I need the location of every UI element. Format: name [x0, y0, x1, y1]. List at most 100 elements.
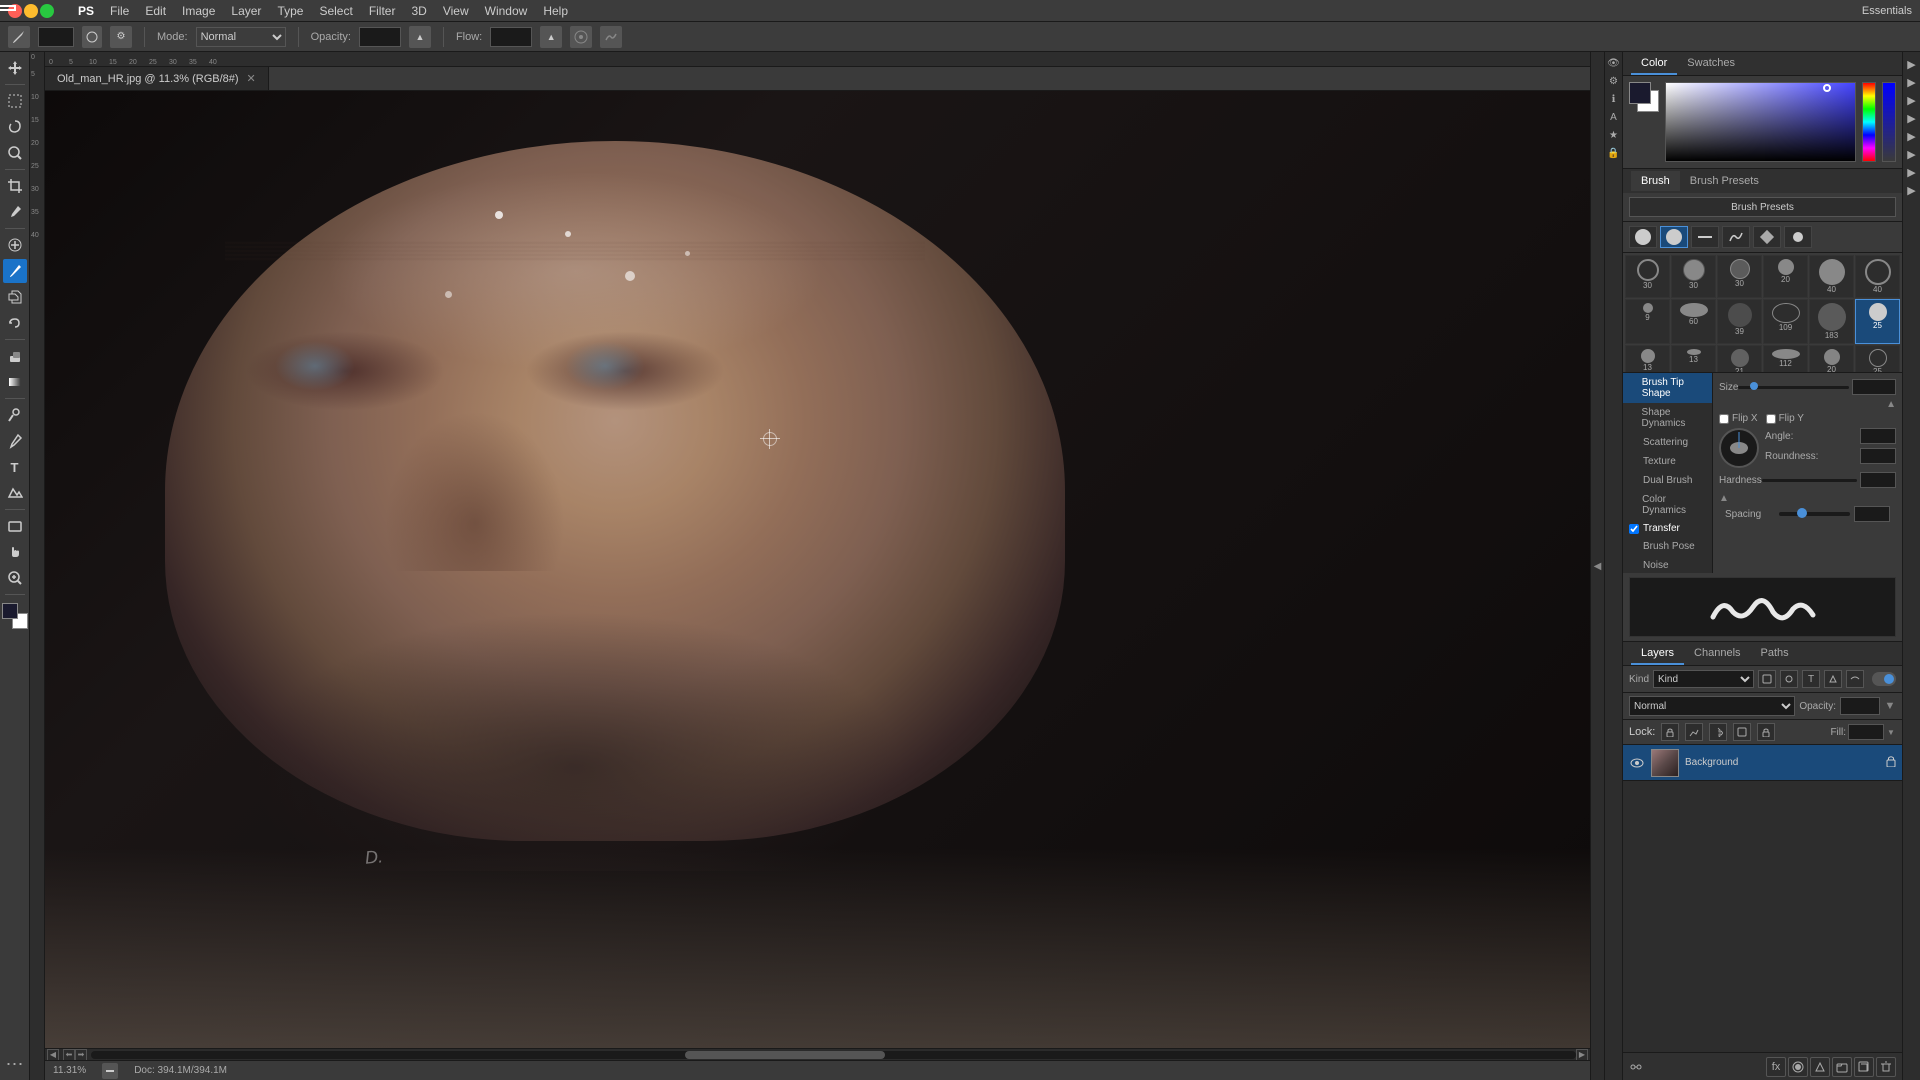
flip-x-control[interactable]: Flip X — [1719, 413, 1758, 424]
tab-channels[interactable]: Channels — [1684, 643, 1750, 665]
panel-star-icon[interactable]: ★ — [1606, 127, 1622, 143]
tab-brush[interactable]: Brush — [1631, 171, 1680, 191]
menu-image[interactable]: Image — [182, 4, 215, 18]
brush-picker-icon[interactable] — [82, 26, 102, 48]
fill-input[interactable]: 100% — [1848, 724, 1884, 740]
panel-info-icon[interactable]: ℹ — [1606, 91, 1622, 107]
brush-tip-shape-item[interactable]: Brush Tip Shape — [1623, 373, 1712, 403]
win-max-btn[interactable] — [40, 4, 54, 18]
airbrush-icon[interactable] — [570, 26, 592, 48]
lock-artboard-btn[interactable] — [1733, 723, 1751, 741]
panel-collapse-1[interactable]: ▶ — [1904, 56, 1920, 72]
layer-visibility-btn[interactable] — [1629, 755, 1645, 771]
scroll-thumb[interactable] — [685, 1051, 885, 1059]
size-up-arrow[interactable]: ▲ — [1886, 399, 1896, 410]
scattering-item[interactable]: Scattering — [1623, 433, 1712, 452]
brush-size-20-2[interactable]: 20 — [1809, 345, 1854, 373]
quick-select-tool[interactable] — [3, 141, 27, 165]
document-tab[interactable]: Old_man_HR.jpg @ 11.3% (RGB/8#) ✕ — [45, 67, 269, 90]
brush-pose-item[interactable]: Brush Pose — [1623, 537, 1712, 556]
layer-adjustment-btn[interactable] — [1810, 1057, 1830, 1077]
panel-collapse-8[interactable]: ▶ — [1904, 182, 1920, 198]
panel-collapse-3[interactable]: ▶ — [1904, 92, 1920, 108]
eyedropper-tool[interactable] — [3, 200, 27, 224]
scroll-left-btn[interactable]: ◀ — [47, 1049, 59, 1061]
transfer-item[interactable]: Transfer — [1623, 520, 1712, 537]
lock-move-btn[interactable] — [1709, 723, 1727, 741]
zoom-tool[interactable] — [3, 566, 27, 590]
color-dynamics-item[interactable]: Color Dynamics — [1623, 490, 1712, 520]
brush-size-input[interactable]: 10 — [38, 27, 74, 47]
table-row[interactable]: Background — [1623, 745, 1902, 781]
type-tool[interactable]: T — [3, 455, 27, 479]
new-layer-btn[interactable] — [1854, 1057, 1874, 1077]
brush-tip-3[interactable] — [1691, 226, 1719, 248]
fill-dropdown-arrow[interactable]: ▼ — [1886, 727, 1896, 737]
brush-size-21[interactable]: 21 — [1717, 345, 1762, 373]
panel-collapse-5[interactable]: ▶ — [1904, 128, 1920, 144]
panel-collapse-6[interactable]: ▶ — [1904, 146, 1920, 162]
scroll-track[interactable] — [91, 1051, 1576, 1059]
brush-tip-4[interactable] — [1722, 226, 1750, 248]
lock-pixel-btn[interactable] — [1685, 723, 1703, 741]
noise-item[interactable]: Noise — [1623, 556, 1712, 573]
roundness-input[interactable]: 100% — [1860, 448, 1896, 464]
opacity-dynamics-icon[interactable]: ▲ — [409, 26, 431, 48]
next-frame-btn[interactable]: ➡ — [75, 1049, 87, 1061]
prev-frame-btn[interactable]: ⬅ — [63, 1049, 75, 1061]
panel-collapse-4[interactable]: ▶ — [1904, 110, 1920, 126]
menu-filter[interactable]: Filter — [369, 4, 396, 18]
size-value[interactable]: 10 px — [1852, 379, 1896, 395]
opacity-blend-input[interactable]: 100% — [1840, 697, 1880, 715]
opacity-dropdown-arrow[interactable]: ▼ — [1884, 700, 1896, 712]
zoom-indicator[interactable] — [102, 1063, 118, 1079]
collapse-panel-btn[interactable]: ◀ — [1590, 52, 1604, 1080]
brush-tip-2[interactable] — [1660, 226, 1688, 248]
angle-wheel[interactable] — [1719, 428, 1759, 468]
clone-tool[interactable] — [3, 285, 27, 309]
brush-tool[interactable] — [3, 259, 27, 283]
mode-select[interactable]: Normal Dissolve Multiply — [196, 27, 286, 47]
shape-filter-btn[interactable] — [1824, 670, 1842, 688]
brush-presets-button[interactable]: Brush Presets — [1629, 197, 1896, 217]
panel-collapse-7[interactable]: ▶ — [1904, 164, 1920, 180]
menu-3d[interactable]: 3D — [411, 4, 426, 18]
panel-lock-icon[interactable]: 🔒 — [1606, 145, 1622, 161]
adjust-filter-btn[interactable] — [1780, 670, 1798, 688]
panel-settings-icon[interactable]: ⚙ — [1606, 73, 1622, 89]
layer-style-btn[interactable]: fx — [1766, 1057, 1786, 1077]
lock-position-btn[interactable] — [1661, 723, 1679, 741]
brush-size-40-2[interactable]: 40 — [1855, 255, 1900, 298]
path-select-tool[interactable] — [3, 481, 27, 505]
hue-slider[interactable] — [1862, 82, 1876, 162]
opacity-input[interactable]: 100% — [359, 27, 401, 47]
tab-swatches[interactable]: Swatches — [1677, 53, 1745, 75]
smart-filter-btn[interactable] — [1846, 670, 1864, 688]
menu-ps[interactable]: PS — [78, 4, 94, 18]
brush-tip-5[interactable] — [1753, 226, 1781, 248]
type-filter-btn[interactable]: T — [1802, 670, 1820, 688]
panel-collapse-2[interactable]: ▶ — [1904, 74, 1920, 90]
texture-item[interactable]: Texture — [1623, 452, 1712, 471]
brush-size-9[interactable]: 9 — [1625, 299, 1670, 344]
menu-file[interactable]: File — [110, 4, 129, 18]
brush-size-60[interactable]: 60 — [1671, 299, 1716, 344]
brush-tip-1[interactable] — [1629, 226, 1657, 248]
spacing-up-arrow[interactable]: ▲ — [1719, 493, 1729, 504]
brush-size-25-2[interactable]: 25 — [1855, 345, 1900, 373]
crop-tool[interactable] — [3, 174, 27, 198]
edit-toolbar-btn[interactable]: ⋯ — [3, 1052, 27, 1076]
brush-tip-6[interactable] — [1784, 226, 1812, 248]
hand-tool[interactable] — [3, 540, 27, 564]
lasso-tool[interactable] — [3, 115, 27, 139]
flow-dynamics-icon[interactable]: ▲ — [540, 26, 562, 48]
win-close-btn[interactable] — [8, 4, 22, 18]
dual-brush-item[interactable]: Dual Brush — [1623, 471, 1712, 490]
tab-paths[interactable]: Paths — [1751, 643, 1799, 665]
hardness-slider[interactable] — [1762, 479, 1857, 482]
brush-size-183[interactable]: 183 — [1809, 299, 1854, 344]
brush-tool-icon[interactable] — [8, 26, 30, 48]
link-layers-btn[interactable] — [1629, 1060, 1643, 1074]
brush-size-30-3[interactable]: 30 — [1717, 255, 1762, 298]
eraser-tool[interactable] — [3, 344, 27, 368]
